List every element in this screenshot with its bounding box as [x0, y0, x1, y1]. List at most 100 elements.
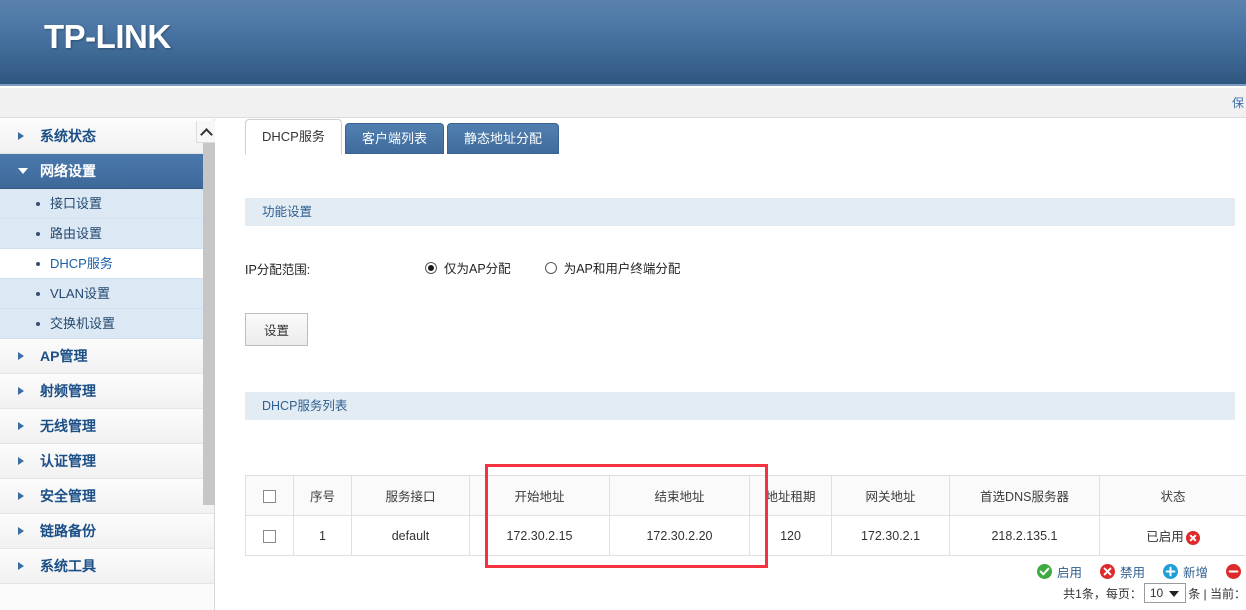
select-all-checkbox[interactable]	[263, 490, 276, 503]
section-header-function-settings: 功能设置	[245, 198, 1235, 226]
sidebar-group-0[interactable]: 系统状态	[0, 119, 214, 154]
sidebar-scrollbar[interactable]	[203, 143, 215, 505]
sidebar-item-1-4[interactable]: 交换机设置	[0, 309, 214, 339]
tp-link-logo: TP-LINK	[44, 18, 171, 56]
sidebar-group-7[interactable]: 链路备份	[0, 514, 214, 549]
pagination-unit-label: 条 | 当前：	[1188, 585, 1246, 602]
chevron-right-icon	[18, 422, 24, 430]
radio-ap-only[interactable]	[425, 262, 437, 274]
sidebar-item-label: DHCP服务	[50, 256, 113, 271]
ip-range-radio-group: 仅为AP分配 为AP和用户终端分配	[425, 258, 714, 277]
disable-row-x-circle-icon[interactable]	[1186, 531, 1200, 545]
sidebar-item-1-1[interactable]: 路由设置	[0, 219, 214, 249]
bullet-icon	[36, 202, 40, 206]
status-badge: 已启用	[1146, 530, 1184, 544]
tab-0[interactable]: DHCP服务	[245, 119, 342, 155]
col-dns: 首选DNS服务器	[950, 476, 1100, 516]
action-label: 新增	[1183, 562, 1208, 581]
chevron-down-icon	[18, 168, 28, 174]
bullet-icon	[36, 322, 40, 326]
sidebar-group-label: 链路备份	[40, 523, 96, 539]
chevron-right-icon	[18, 492, 24, 500]
sidebar-collapse-chevron-up-icon[interactable]	[196, 121, 215, 143]
sidebar-group-1[interactable]: 网络设置	[0, 154, 214, 189]
sidebar-group-label: 射频管理	[40, 383, 96, 399]
row-checkbox[interactable]	[263, 530, 276, 543]
page-size-select[interactable]: 10	[1144, 583, 1186, 603]
plus-circle-icon	[1163, 564, 1178, 579]
sidebar-item-1-0[interactable]: 接口设置	[0, 189, 214, 219]
action-禁用[interactable]: 禁用	[1100, 562, 1145, 581]
section-header-dhcp-list: DHCP服务列表	[245, 392, 1235, 420]
sidebar-item-label: 路由设置	[50, 226, 102, 241]
chevron-right-icon	[18, 387, 24, 395]
pagination-bar: 共1条，每页： 10 条 | 当前：	[1063, 583, 1246, 603]
sidebar-group-4[interactable]: 无线管理	[0, 409, 214, 444]
sidebar-nav: 系统状态网络设置接口设置路由设置 DHCP服务 VLAN设置交换机设置 AP管理射频管…	[0, 119, 215, 610]
action-remove[interactable]	[1226, 564, 1246, 579]
sidebar-item-label: 交换机设置	[50, 316, 115, 331]
col-lease-time: 地址租期	[750, 476, 832, 516]
radio-ap-only-label[interactable]: 仅为AP分配	[444, 258, 511, 277]
chevron-right-icon	[18, 352, 24, 360]
action-label: 禁用	[1120, 562, 1145, 581]
table-row: 1 default 172.30.2.15 172.30.2.20 120 17…	[246, 516, 1246, 556]
sidebar-group-label: 安全管理	[40, 488, 96, 504]
cell-index: 1	[294, 516, 352, 556]
sidebar-group-label: 网络设置	[40, 163, 96, 179]
action-启用[interactable]: 启用	[1037, 562, 1082, 581]
sidebar-group-3[interactable]: 射频管理	[0, 374, 214, 409]
cell-service-interface: default	[352, 516, 470, 556]
bullet-icon	[36, 292, 40, 296]
col-select-all	[246, 476, 294, 516]
sidebar-group-label: AP管理	[40, 348, 87, 364]
chevron-right-icon	[18, 527, 24, 535]
brand-header: TP-LINK	[0, 0, 1246, 86]
col-start-address: 开始地址	[470, 476, 610, 516]
tab-2[interactable]: 静态地址分配	[447, 123, 559, 154]
chevron-right-icon	[18, 562, 24, 570]
save-config-link[interactable]: 保	[1232, 94, 1246, 111]
cell-gateway: 172.30.2.1	[832, 516, 950, 556]
minus-circle-icon	[1226, 564, 1241, 579]
x-circle-icon	[1100, 564, 1115, 579]
table-action-toolbar: 启用 禁用 新增	[1037, 562, 1246, 581]
tab-1[interactable]: 客户端列表	[345, 123, 444, 154]
chevron-right-icon	[18, 132, 24, 140]
action-label: 启用	[1057, 562, 1082, 581]
col-status: 状态	[1100, 476, 1246, 516]
pagination-total-label: 共1条，每页：	[1063, 585, 1142, 602]
cell-dns: 218.2.135.1	[950, 516, 1100, 556]
cell-end-address: 172.30.2.20	[610, 516, 750, 556]
col-index: 序号	[294, 476, 352, 516]
cell-status: 已启用	[1100, 516, 1246, 556]
cell-start-address: 172.30.2.15	[470, 516, 610, 556]
action-新增[interactable]: 新增	[1163, 562, 1208, 581]
row-select-cell	[246, 516, 294, 556]
sidebar-group-label: 系统状态	[40, 128, 96, 144]
radio-ap-and-client[interactable]	[545, 262, 557, 274]
sidebar-group-5[interactable]: 认证管理	[0, 444, 214, 479]
table-header-row: 序号 服务接口 开始地址 结束地址 地址租期 网关地址 首选DNS服务器 状态	[246, 476, 1246, 516]
sidebar-item-1-3[interactable]: VLAN设置	[0, 279, 214, 309]
sidebar-group-label: 系统工具	[40, 558, 96, 574]
toolbar-subbar: 保	[0, 88, 1246, 118]
radio-ap-and-client-label[interactable]: 为AP和用户终端分配	[564, 258, 681, 277]
chevron-right-icon	[18, 457, 24, 465]
sidebar-group-label: 认证管理	[40, 453, 96, 469]
sidebar-group-label: 无线管理	[40, 418, 96, 434]
tab-bar: DHCP服务客户端列表静态地址分配	[216, 119, 1246, 154]
bullet-icon	[36, 232, 40, 236]
sidebar-group-2[interactable]: AP管理	[0, 339, 214, 374]
col-gateway: 网关地址	[832, 476, 950, 516]
apply-settings-button[interactable]: 设置	[245, 313, 308, 346]
sidebar-group-6[interactable]: 安全管理	[0, 479, 214, 514]
col-end-address: 结束地址	[610, 476, 750, 516]
col-service-interface: 服务接口	[352, 476, 470, 516]
sidebar-item-label: 接口设置	[50, 196, 102, 211]
sidebar-item-1-2[interactable]: DHCP服务	[0, 249, 214, 279]
check-circle-icon	[1037, 564, 1052, 579]
sidebar-group-8[interactable]: 系统工具	[0, 549, 214, 584]
cell-lease-time: 120	[750, 516, 832, 556]
ip-range-label: IP分配范围:	[245, 259, 310, 278]
